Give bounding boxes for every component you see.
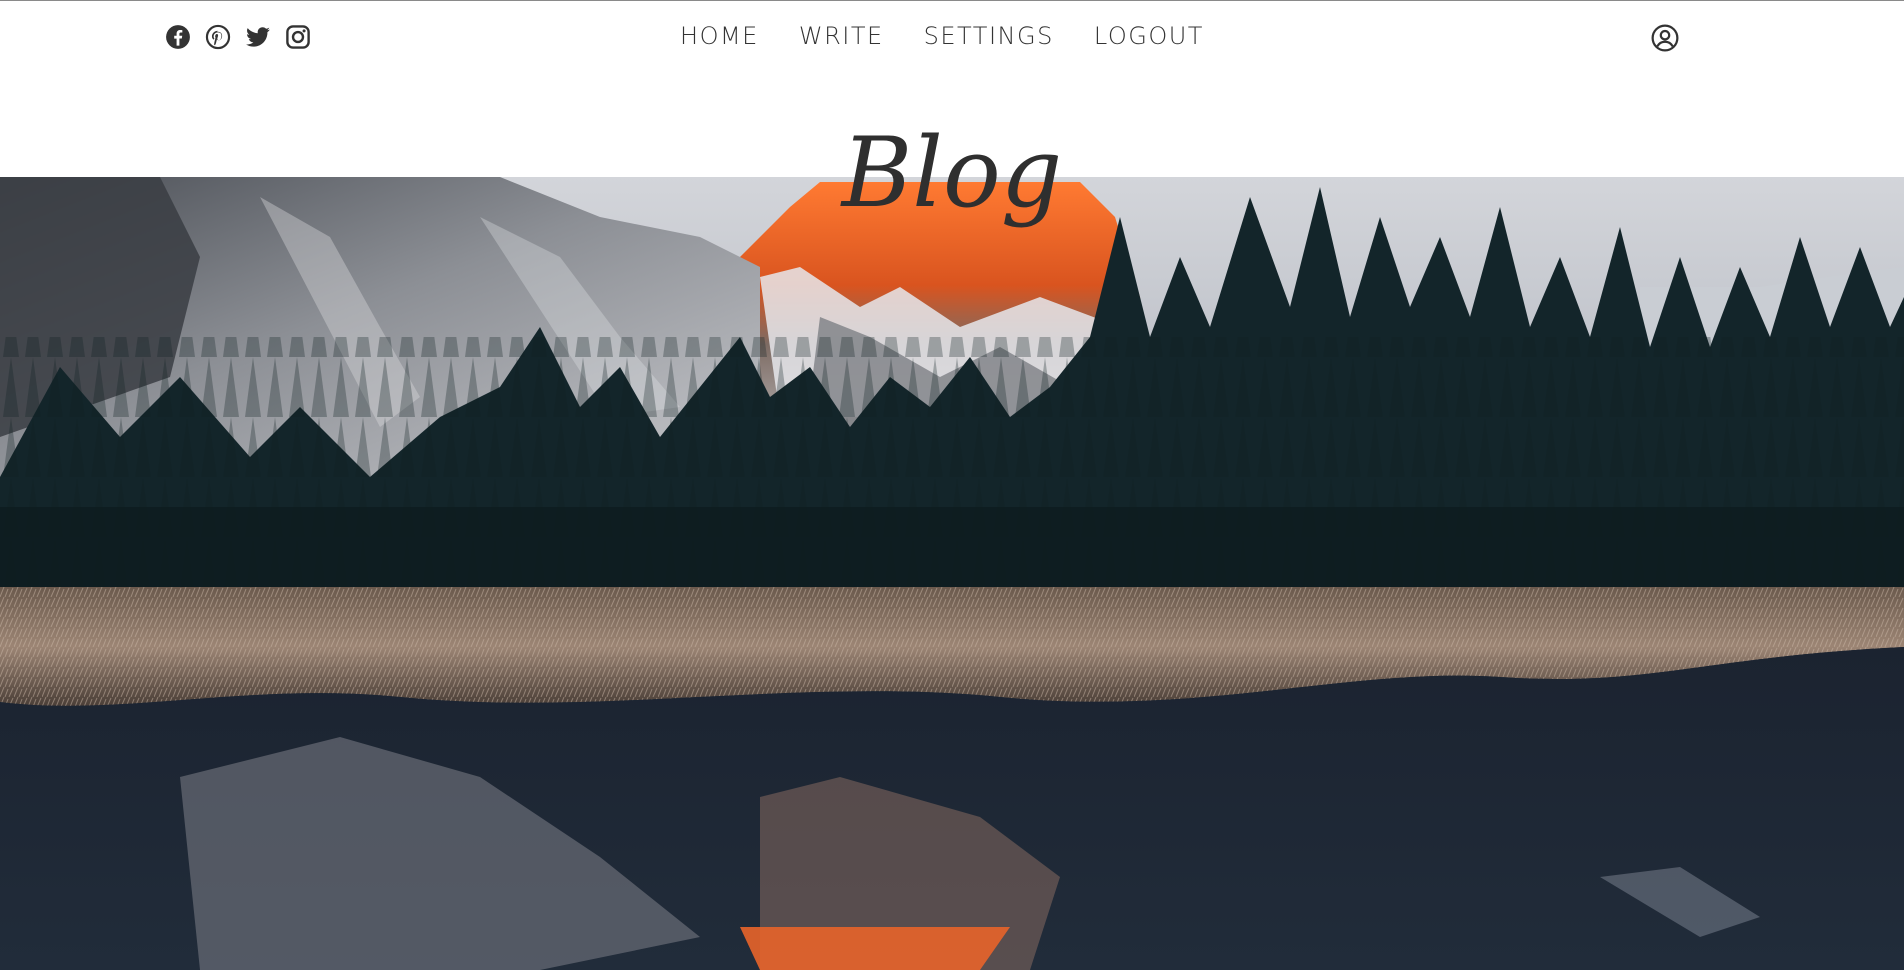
top-navbar: HOME WRITE SETTINGS LOGOUT: [0, 0, 1904, 72]
hero-image: [0, 177, 1904, 970]
nav-logout[interactable]: LOGOUT: [1094, 21, 1204, 51]
nav-home[interactable]: HOME: [680, 21, 759, 51]
mountain-forest-lake-photo: [0, 177, 1904, 970]
nav-settings[interactable]: SETTINGS: [924, 21, 1054, 51]
nav-write[interactable]: WRITE: [799, 21, 884, 51]
main-nav: HOME WRITE SETTINGS LOGOUT: [0, 21, 1904, 51]
blog-title: Blog: [841, 117, 1063, 229]
user-circle-icon[interactable]: [1651, 24, 1679, 52]
